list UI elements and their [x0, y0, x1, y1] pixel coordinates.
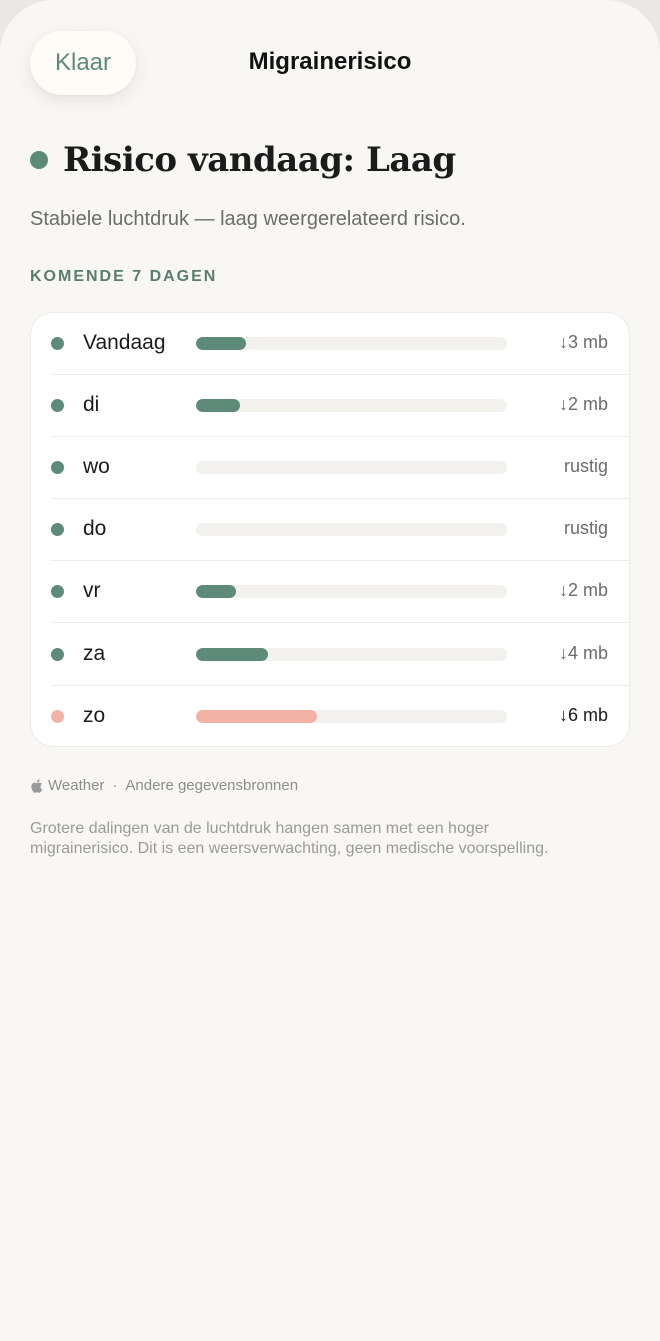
- pressure-change-value: ↓4 mb: [558, 643, 608, 663]
- day-label: vr: [83, 579, 101, 602]
- risk-dot: [51, 585, 64, 598]
- day-label: Vandaag: [83, 331, 166, 354]
- forecast-row: Vandaag ↓3 mb: [31, 313, 629, 375]
- forecast-row: wo rustig: [31, 437, 629, 499]
- weather-source-label: Weather: [48, 777, 105, 794]
- risk-title: Risico vandaag: Laag: [63, 140, 456, 180]
- pressure-bar-track: [196, 461, 507, 474]
- risk-dot: [51, 710, 64, 723]
- apple-icon: [31, 778, 43, 793]
- forecast-row: za ↓4 mb: [31, 624, 629, 686]
- risk-dot: [51, 399, 64, 412]
- source-separator: ·: [112, 777, 118, 794]
- day-label: zo: [83, 704, 106, 727]
- pressure-bar-fill: [196, 399, 240, 412]
- risk-dot: [51, 648, 64, 661]
- migraine-risk-sheet: Klaar Migrainerisico Risico vandaag: Laa…: [0, 0, 660, 1341]
- pressure-change-value: ↓2 mb: [558, 394, 608, 414]
- risk-subtitle: Stabiele luchtdruk — laag weergerelateer…: [30, 208, 466, 230]
- pressure-bar-track: [196, 710, 507, 723]
- sheet-header: Klaar Migrainerisico: [0, 0, 660, 128]
- pressure-bar-track: [196, 523, 507, 536]
- day-label: di: [83, 393, 100, 416]
- pressure-change-value: rustig: [563, 456, 608, 476]
- row-divider: [51, 622, 629, 623]
- day-label: za: [83, 642, 106, 665]
- pressure-bar-fill: [196, 648, 268, 661]
- forecast-section-label: KOMENDE 7 DAGEN: [30, 268, 218, 285]
- forecast-row: do rustig: [31, 499, 629, 561]
- pressure-bar-track: [196, 337, 507, 350]
- pressure-bar-track: [196, 648, 507, 661]
- forecast-row: zo ↓6 mb: [31, 686, 629, 746]
- pressure-change-value: ↓2 mb: [558, 580, 608, 600]
- pressure-bar-fill: [196, 585, 236, 598]
- other-sources-link[interactable]: Andere gegevensbronnen: [125, 777, 298, 794]
- disclaimer-footnote: Grotere dalingen van de luchtdruk hangen…: [30, 820, 549, 857]
- risk-dot: [51, 461, 64, 474]
- pressure-change-value: ↓6 mb: [558, 705, 608, 725]
- risk-heading: Risico vandaag: Laag: [30, 140, 456, 180]
- forecast-row: di ↓2 mb: [31, 375, 629, 437]
- pressure-change-value: ↓3 mb: [558, 332, 608, 352]
- risk-dot: [51, 523, 64, 536]
- day-label: wo: [83, 455, 110, 478]
- forecast-card: Vandaag ↓3 mb di ↓2 mb wo rustig do rustig vr ↓2 …: [31, 313, 629, 746]
- risk-dot: [51, 337, 64, 350]
- sheet-title: Migrainerisico: [248, 48, 412, 75]
- pressure-bar-track: [196, 399, 507, 412]
- data-source-line: Weather · Andere gegevensbronnen: [30, 777, 298, 794]
- pressure-change-value: rustig: [563, 518, 608, 538]
- pressure-bar-fill: [196, 710, 317, 723]
- pressure-bar-track: [196, 585, 507, 598]
- day-label: do: [83, 517, 107, 540]
- forecast-row: vr ↓2 mb: [31, 561, 629, 623]
- risk-level-dot: [30, 151, 48, 169]
- pressure-bar-fill: [196, 337, 246, 350]
